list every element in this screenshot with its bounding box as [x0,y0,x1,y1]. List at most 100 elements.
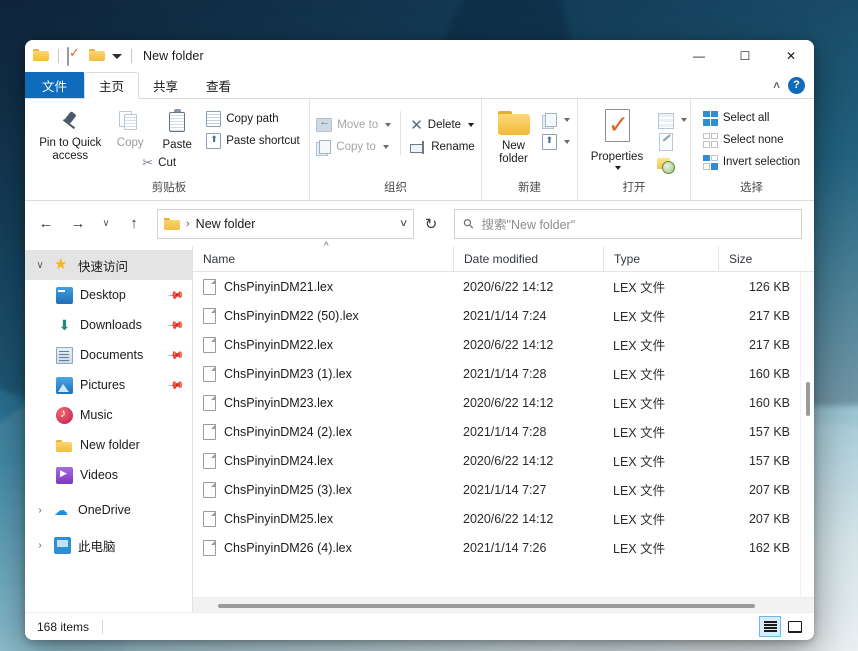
open-with-button[interactable] [655,109,689,131]
sidebar-item-desktop[interactable]: Desktop 📌 [25,280,192,310]
file-name-cell: ChsPinyinDM24.lex [193,453,453,469]
table-row[interactable]: ChsPinyinDM26 (4).lex 2021/1/14 7:26 LEX… [193,533,814,562]
search-input[interactable]: ⚲ 搜索"New folder" [454,209,802,239]
forward-button[interactable]: → [63,209,93,239]
back-button[interactable]: ← [31,209,61,239]
table-row[interactable]: ChsPinyinDM21.lex 2020/6/22 14:12 LEX 文件… [193,272,814,301]
this-pc-icon [54,537,71,554]
tab-file[interactable]: 文件 [25,72,84,98]
file-name: ChsPinyinDM25 (3).lex [224,483,352,497]
tab-view[interactable]: 查看 [192,72,245,98]
pin-to-quick-access-button[interactable]: Pin to Quick access [33,105,107,163]
column-header-name[interactable]: Name ^ [193,246,453,272]
help-button[interactable]: ? [788,77,805,94]
sidebar-item-this-pc[interactable]: › 此电脑 [25,530,192,560]
copy-button[interactable]: Copy [107,105,153,150]
copy-path-button[interactable]: Copy path [201,108,305,130]
edit-button[interactable] [655,131,689,153]
tab-home[interactable]: 主页 [84,72,139,99]
sidebar-item-onedrive[interactable]: › ☁ OneDrive [25,495,192,525]
vertical-scrollbar-thumb[interactable] [806,382,810,416]
properties-button[interactable]: ✓ Properties [579,105,655,170]
table-row[interactable]: ChsPinyinDM22.lex 2020/6/22 14:12 LEX 文件… [193,330,814,359]
table-row[interactable]: ChsPinyinDM23 (1).lex 2021/1/14 7:28 LEX… [193,359,814,388]
sidebar-item-new-folder[interactable]: New folder [25,430,192,460]
cut-button[interactable]: ✂ Cut [137,152,305,174]
table-row[interactable]: ChsPinyinDM24.lex 2020/6/22 14:12 LEX 文件… [193,446,814,475]
rename-button[interactable]: Rename [405,136,479,158]
table-row[interactable]: ChsPinyinDM25 (3).lex 2021/1/14 7:27 LEX… [193,475,814,504]
chevron-down-icon[interactable] [385,123,391,127]
table-row[interactable]: ChsPinyinDM24 (2).lex 2021/1/14 7:28 LEX… [193,417,814,446]
folder-icon[interactable] [33,48,50,65]
sidebar-item-pictures[interactable]: Pictures 📌 [25,370,192,400]
chevron-up-icon[interactable]: ∧ [772,80,782,91]
chevron-down-icon[interactable]: ∨ [33,260,47,271]
minimize-button[interactable]: — [676,40,722,72]
horizontal-scrollbar-thumb[interactable] [218,604,755,608]
chevron-down-icon[interactable] [615,166,621,170]
tab-share[interactable]: 共享 [139,72,192,98]
properties-icon[interactable] [67,48,84,65]
paste-button[interactable]: Paste [153,105,201,152]
table-row[interactable]: ChsPinyinDM22 (50).lex 2021/1/14 7:24 LE… [193,301,814,330]
clipboard-small-commands: Copy path Paste shortcut ✂ Cut [201,105,305,174]
horizontal-scrollbar[interactable] [193,597,814,612]
chevron-down-icon[interactable] [681,118,687,122]
new-folder-button[interactable]: New folder [488,105,540,166]
pin-icon: 📌 [167,346,186,365]
details-view-button[interactable] [759,616,781,637]
refresh-button[interactable]: ↻ [416,209,446,239]
file-size-cell: 160 KB [718,396,798,410]
paste-shortcut-button[interactable]: Paste shortcut [201,130,305,152]
file-rows: ChsPinyinDM21.lex 2020/6/22 14:12 LEX 文件… [193,272,814,597]
up-button[interactable]: ↑ [119,209,149,239]
easy-access-button[interactable] [540,131,572,153]
sidebar-item-videos[interactable]: Videos [25,460,192,490]
new-item-button[interactable] [540,109,572,131]
chevron-down-icon[interactable] [383,145,389,149]
file-name: ChsPinyinDM25.lex [224,512,333,526]
maximize-button[interactable]: ☐ [722,40,768,72]
file-name-cell: ChsPinyinDM23 (1).lex [193,366,453,382]
invert-selection-button[interactable]: Invert selection [698,151,805,173]
customize-dropdown-icon[interactable] [111,48,123,65]
column-header-type[interactable]: Type [603,246,718,272]
column-header-date-modified[interactable]: Date modified [453,246,603,272]
file-size-cell: 157 KB [718,454,798,468]
chevron-down-icon[interactable] [564,140,570,144]
ribbon-group-organize-label: 组织 [310,179,481,200]
sidebar-item-downloads[interactable]: ⬇ Downloads 📌 [25,310,192,340]
chevron-right-icon[interactable]: › [33,505,47,516]
delete-button[interactable]: ✕ Delete [405,114,479,136]
chevron-down-icon[interactable] [564,118,570,122]
divider [58,49,59,63]
select-all-button[interactable]: Select all [698,107,805,129]
chevron-right-icon[interactable]: › [33,540,47,551]
new-folder-icon[interactable] [89,48,106,65]
select-none-button[interactable]: Select none [698,129,805,151]
breadcrumb-path[interactable]: New folder [196,217,256,231]
vertical-scrollbar[interactable] [800,272,814,597]
chevron-down-icon[interactable] [468,123,474,127]
column-header-size[interactable]: Size [718,246,798,272]
ribbon-group-organize: Move to Copy to ✕ Delete [310,99,482,200]
table-row[interactable]: ChsPinyinDM25.lex 2020/6/22 14:12 LEX 文件… [193,504,814,533]
file-type-cell: LEX 文件 [603,451,718,470]
large-icons-view-button[interactable] [784,616,806,637]
title-bar: New folder — ☐ ✕ [25,40,814,72]
new-folder-icon [497,109,531,136]
recent-locations-button[interactable]: ∨ [95,209,117,239]
move-to-button[interactable]: Move to [311,114,396,136]
file-date-cell: 2021/1/14 7:28 [453,367,603,381]
sidebar-item-documents[interactable]: Documents 📌 [25,340,192,370]
sidebar-item-quick-access[interactable]: ∨ ★ 快速访问 [25,250,192,280]
breadcrumb[interactable]: › New folder ∨ [157,209,414,239]
copy-to-button[interactable]: Copy to [311,136,396,158]
history-button[interactable] [655,153,689,175]
table-row[interactable]: ChsPinyinDM23.lex 2020/6/22 14:12 LEX 文件… [193,388,814,417]
sidebar-item-music[interactable]: Music [25,400,192,430]
close-button[interactable]: ✕ [768,40,814,72]
file-name: ChsPinyinDM22.lex [224,338,333,352]
chevron-down-icon[interactable]: ∨ [399,218,409,229]
